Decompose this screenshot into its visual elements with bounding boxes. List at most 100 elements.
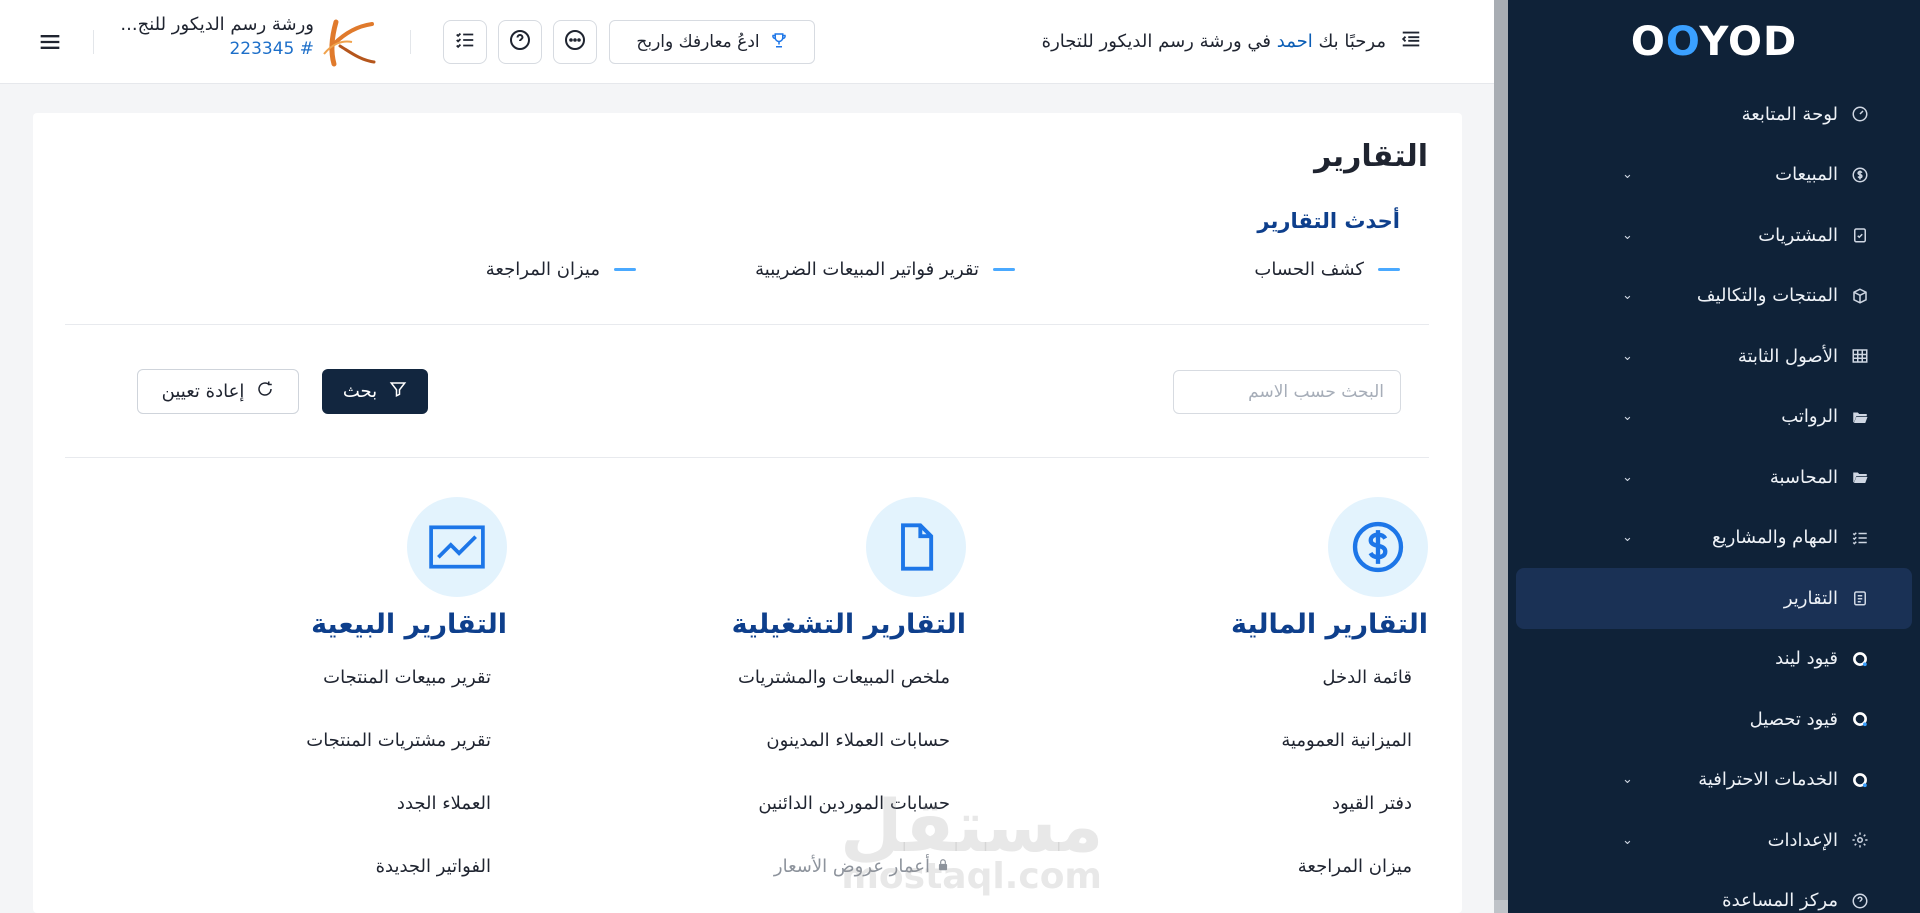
sidebar-item-payroll[interactable]: الرواتب ⌄ xyxy=(1508,387,1920,448)
chevron-down-icon[interactable]: ⌄ xyxy=(1622,530,1633,545)
reset-button[interactable]: إعادة تعيين xyxy=(137,369,299,414)
report-link[interactable]: العملاء الجدد xyxy=(397,793,491,814)
company-logo[interactable] xyxy=(318,14,378,70)
chevron-down-icon[interactable]: ⌄ xyxy=(1622,772,1633,787)
question-circle-icon xyxy=(508,28,532,56)
report-link[interactable]: ميزان المراجعة xyxy=(1298,856,1412,877)
divider xyxy=(93,30,94,54)
recent-report-link[interactable]: ميزان المراجعة xyxy=(486,259,636,280)
sidebar-item-collection-entries[interactable]: قيود تحصيل xyxy=(1508,689,1920,750)
sidebar-item-help-center[interactable]: مركز المساعدة xyxy=(1508,871,1920,913)
task-list-icon xyxy=(1850,528,1870,548)
dollar-circle-icon xyxy=(1850,165,1870,185)
page-scrollbar-thumb[interactable] xyxy=(1494,0,1508,900)
help-button[interactable] xyxy=(498,20,542,64)
sidebar-item-products[interactable]: المنتجات والتكاليف ⌄ xyxy=(1508,266,1920,327)
report-link[interactable]: حسابات العملاء المدينون xyxy=(766,730,950,751)
dash-icon xyxy=(993,268,1015,271)
chat-button[interactable] xyxy=(553,20,597,64)
sidebar-item-reports[interactable]: التقارير xyxy=(1516,568,1912,629)
dollar-circle-icon xyxy=(1328,497,1428,597)
sidebar-item-label: المشتريات xyxy=(1758,224,1838,246)
sidebar-item-sales[interactable]: المبيعات ⌄ xyxy=(1508,145,1920,206)
sidebar-item-lend-entries[interactable]: قيود ليند xyxy=(1508,629,1920,690)
recent-report-label: تقرير فواتير المبيعات الضريبية xyxy=(755,259,979,280)
chevron-down-icon[interactable]: ⌄ xyxy=(1622,833,1633,848)
company-info[interactable]: ورشة رسم الديكور للنج... 223345 # xyxy=(118,14,314,59)
app-logo[interactable]: OOYOD xyxy=(1508,0,1920,84)
collapse-menu-icon[interactable] xyxy=(1400,28,1422,55)
dash-icon xyxy=(1378,268,1400,271)
sidebar-item-label: الأصول الثابتة xyxy=(1737,345,1838,367)
chevron-down-icon[interactable]: ⌄ xyxy=(1622,409,1633,424)
invite-friends-button[interactable]: ادعُ معارفك واربح xyxy=(609,20,815,64)
sidebar-item-purchases[interactable]: المشتريات ⌄ xyxy=(1508,205,1920,266)
report-link-label: أعمار عروض الأسعار xyxy=(773,856,930,877)
sidebar-item-label: المحاسبة xyxy=(1769,466,1838,488)
report-link[interactable]: ملخص المبيعات والمشتريات xyxy=(738,667,950,688)
greeting-suffix: في ورشة رسم الديكور للتجارة xyxy=(1041,31,1272,52)
chevron-down-icon[interactable]: ⌄ xyxy=(1622,167,1633,182)
dash-icon xyxy=(614,268,636,271)
report-link-locked[interactable]: أعمار عروض الأسعار xyxy=(774,856,950,877)
chevron-down-icon[interactable]: ⌄ xyxy=(1622,349,1633,364)
sidebar-item-label: المنتجات والتكاليف xyxy=(1696,285,1838,307)
company-id: 223345 # xyxy=(229,39,314,59)
chevron-down-icon[interactable]: ⌄ xyxy=(1622,288,1633,303)
sidebar-menu: لوحة المتابعة المبيعات ⌄ المشتريات ⌄ الم… xyxy=(1508,84,1920,913)
sidebar-item-accounting[interactable]: المحاسبة ⌄ xyxy=(1508,447,1920,508)
box-icon xyxy=(1850,286,1870,306)
report-link[interactable]: تقرير مبيعات المنتجات xyxy=(323,667,491,688)
section-title: التقارير البيعية xyxy=(311,609,507,640)
recent-report-link[interactable]: كشف الحساب xyxy=(1254,259,1400,280)
chevron-down-icon[interactable]: ⌄ xyxy=(1622,228,1633,243)
chat-bubble-icon xyxy=(563,28,587,56)
recent-report-link[interactable]: تقرير فواتير المبيعات الضريبية xyxy=(755,259,1015,280)
top-bar: مرحبًا بك احمد في ورشة رسم الديكور للتجا… xyxy=(0,0,1494,84)
logo-text: OOYOD xyxy=(1630,19,1798,65)
trophy-icon xyxy=(770,31,788,54)
report-link[interactable]: قائمة الدخل xyxy=(1322,667,1412,688)
folder-open-icon xyxy=(1850,467,1870,487)
folder-open-icon xyxy=(1850,407,1870,427)
report-link[interactable]: تقرير مشتريات المنتجات xyxy=(306,730,491,751)
page-title: التقارير xyxy=(1314,139,1428,174)
document-icon xyxy=(866,497,966,597)
welcome-message: مرحبًا بك احمد في ورشة رسم الديكور للتجا… xyxy=(1042,28,1422,55)
gauge-icon xyxy=(1850,104,1870,124)
sidebar-item-label: مركز المساعدة xyxy=(1722,890,1838,912)
sidebar-item-settings[interactable]: الإعدادات ⌄ xyxy=(1508,810,1920,871)
sidebar-item-dashboard[interactable]: لوحة المتابعة xyxy=(1508,84,1920,145)
search-button[interactable]: بحث xyxy=(322,369,428,414)
ooyod-o-icon xyxy=(1850,709,1870,729)
sidebar-item-pro-services[interactable]: الخدمات الاحترافية ⌄ xyxy=(1508,750,1920,811)
refresh-icon xyxy=(256,380,274,403)
search-input[interactable] xyxy=(1173,370,1401,414)
hamburger-menu-icon[interactable] xyxy=(36,28,64,56)
sidebar-item-fixed-assets[interactable]: الأصول الثابتة ⌄ xyxy=(1508,326,1920,387)
sidebar-item-label: المبيعات xyxy=(1775,164,1838,186)
clipboard-check-icon xyxy=(1850,225,1870,245)
sidebar-item-label: الخدمات الاحترافية xyxy=(1698,769,1838,791)
recent-reports-title: أحدث التقارير xyxy=(1257,209,1400,233)
ooyod-o-icon xyxy=(1850,770,1870,790)
sidebar-item-label: التقارير xyxy=(1783,587,1838,609)
filter-icon xyxy=(389,380,407,403)
tasks-button[interactable] xyxy=(443,20,487,64)
report-link[interactable]: الميزانية العمومية xyxy=(1281,730,1412,751)
invite-label: ادعُ معارفك واربح xyxy=(636,32,760,52)
sidebar-item-label: قيود ليند xyxy=(1775,648,1838,670)
report-link[interactable]: حسابات الموردين الدائنين xyxy=(758,793,950,814)
sidebar-item-label: قيود تحصيل xyxy=(1749,708,1838,730)
grid-table-icon xyxy=(1850,346,1870,366)
report-link[interactable]: دفتر القيود xyxy=(1332,793,1412,814)
chevron-down-icon[interactable]: ⌄ xyxy=(1622,470,1633,485)
recent-report-label: كشف الحساب xyxy=(1254,259,1364,280)
sidebar-item-tasks[interactable]: المهام والمشاريع ⌄ xyxy=(1508,508,1920,569)
reports-card: التقارير أحدث التقارير كشف الحساب تقرير … xyxy=(33,113,1462,913)
trend-chart-icon xyxy=(407,497,507,597)
checklist-icon xyxy=(454,29,476,55)
sidebar-item-label: الرواتب xyxy=(1781,406,1838,428)
ooyod-o-icon xyxy=(1850,649,1870,669)
report-link[interactable]: الفواتير الجديدة xyxy=(376,856,491,877)
